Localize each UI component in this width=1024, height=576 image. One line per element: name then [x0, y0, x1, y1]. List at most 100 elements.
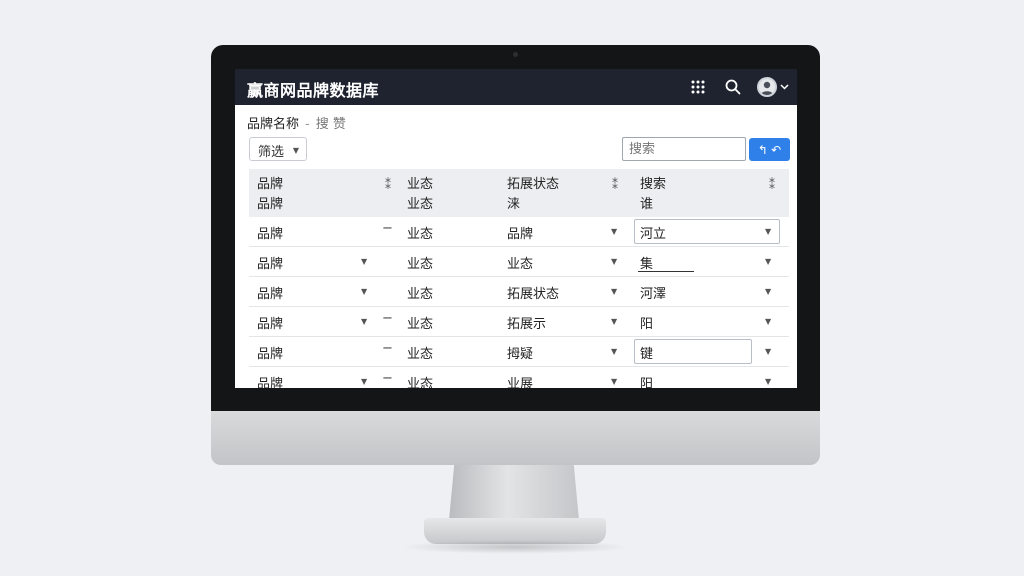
table-row[interactable]: 品牌 − 业态 品牌 ▼ 河立 ▼	[249, 217, 789, 247]
cell-text: 业态	[507, 257, 534, 272]
cell-text: 品牌	[257, 317, 284, 332]
brand-cell[interactable]: 品牌 ▼ −	[249, 307, 399, 337]
caret-down-icon: ▼	[611, 347, 618, 356]
sort-icon[interactable]: ⁑	[385, 175, 391, 195]
brand-cell[interactable]: 品牌 ▼	[249, 247, 399, 277]
breadcrumb-sub[interactable]: 搜 赞	[316, 117, 346, 132]
cell-text: 集	[640, 257, 654, 272]
table-row[interactable]: 品牌 ▼ − 业态 拓展示 ▼ 阳 ▼	[249, 307, 789, 337]
table-header: 品牌 品牌 ⁑ 业态 业态 拓展状态 涞 ⁑ 搜索 谁 ⁑	[249, 169, 789, 217]
status-select[interactable]: 拓展示 ▼	[499, 307, 632, 337]
search-cell-select[interactable]: 阳 ▼	[632, 367, 789, 388]
cell-text: 河澤	[640, 287, 667, 302]
brand-table: 品牌 品牌 ⁑ 业态 业态 拓展状态 涞 ⁑ 搜索 谁 ⁑ 品牌 − 业态 品牌…	[249, 169, 789, 388]
search-cell-select[interactable]: 集 ▼	[632, 247, 789, 277]
caret-down-icon: ▼	[361, 257, 368, 266]
caret-down-icon: ▼	[765, 347, 772, 356]
category-cell: 业态	[399, 217, 499, 247]
header-label: 搜索	[640, 177, 667, 192]
category-cell: 业态	[399, 337, 499, 367]
cell-text: 拓展状态	[507, 287, 560, 302]
stand-shadow	[400, 540, 630, 554]
search-input[interactable]	[622, 137, 746, 161]
search-cell-select[interactable]: 河澤 ▼	[632, 277, 789, 307]
search-cell-select[interactable]: 键 ▼	[632, 337, 789, 367]
dash-icon: −	[382, 311, 393, 326]
header-sublabel: 业态	[407, 197, 434, 212]
caret-down-icon: ▼	[611, 257, 618, 266]
header-sublabel: 涞	[507, 197, 521, 212]
status-select[interactable]: 业态 ▼	[499, 247, 632, 277]
caret-down-icon: ▼	[292, 146, 299, 155]
table-row[interactable]: 品牌 − 业态 拇疑 ▼ 键 ▼	[249, 337, 789, 367]
caret-down-icon: ▼	[765, 287, 772, 296]
category-cell: 业态	[399, 367, 499, 388]
cell-text: 业态	[407, 257, 434, 272]
brand-cell: 品牌 −	[249, 337, 399, 367]
cell-text: 业态	[407, 347, 434, 362]
column-header-expansion-status[interactable]: 拓展状态 涞 ⁑	[499, 169, 635, 217]
search-icon[interactable]	[724, 78, 742, 96]
caret-down-icon: ▼	[611, 317, 618, 326]
cell-text: 业态	[407, 377, 434, 388]
brand-cell[interactable]: 品牌 ▼	[249, 277, 399, 307]
monitor-chin	[211, 411, 820, 465]
cell-text: 品牌	[257, 287, 284, 302]
header-sublabel: 谁	[640, 197, 654, 212]
apps-grid-icon[interactable]	[689, 78, 707, 96]
brand-cell[interactable]: 品牌 ▼ −	[249, 367, 399, 388]
cell-text: 拇疑	[507, 347, 534, 362]
header-sublabel: 品牌	[257, 197, 284, 212]
cell-text: 品牌	[257, 377, 284, 388]
column-header-category[interactable]: 业态 业态	[399, 169, 499, 217]
caret-down-icon: ▼	[361, 377, 368, 386]
caret-down-icon: ▼	[765, 377, 772, 386]
table-row[interactable]: 品牌 ▼ 业态 拓展状态 ▼ 河澤 ▼	[249, 277, 789, 307]
caret-down-icon: ▼	[765, 257, 772, 266]
sort-icon[interactable]: ⁑	[612, 175, 618, 195]
brand-cell: 品牌 −	[249, 217, 399, 247]
breadcrumb-current: 品牌名称	[247, 117, 300, 132]
table-row[interactable]: 品牌 ▼ − 业态 业展 ▼ 阳 ▼	[249, 367, 789, 388]
dash-icon: −	[382, 221, 393, 236]
column-header-search[interactable]: 搜索 谁 ⁑	[632, 169, 789, 217]
status-select[interactable]: 品牌 ▼	[499, 217, 632, 247]
dash-icon: −	[382, 341, 393, 356]
filter-label: 筛选	[258, 145, 285, 160]
status-select[interactable]: 拇疑 ▼	[499, 337, 632, 367]
caret-down-icon: ▼	[765, 227, 772, 236]
app-header: 赢商网品牌数据库	[235, 69, 797, 105]
chevron-down-icon[interactable]	[780, 82, 789, 91]
cell-text: 键	[640, 347, 654, 362]
webcam-dot	[513, 52, 518, 57]
cell-text: 业态	[407, 287, 434, 302]
caret-down-icon: ▼	[361, 287, 368, 296]
category-cell: 业态	[399, 307, 499, 337]
caret-down-icon: ▼	[611, 227, 618, 236]
breadcrumb: 品牌名称 - 搜 赞	[247, 113, 346, 132]
search-cell-select[interactable]: 阳 ▼	[632, 307, 789, 337]
cell-text: 拓展示	[507, 317, 547, 332]
underline	[638, 271, 694, 272]
sort-icon[interactable]: ⁑	[769, 175, 775, 195]
header-label: 业态	[407, 177, 434, 192]
search-button[interactable]: ↰ ↶	[749, 138, 790, 161]
category-cell: 业态	[399, 277, 499, 307]
cell-text: 品牌	[257, 227, 284, 242]
caret-down-icon: ▼	[611, 377, 618, 386]
breadcrumb-separator: -	[305, 117, 310, 132]
cell-text: 阳	[640, 377, 654, 388]
cell-text: 业展	[507, 377, 534, 388]
column-header-brand[interactable]: 品牌 品牌 ⁑	[249, 169, 399, 217]
search-cell-select[interactable]: 河立 ▼	[632, 217, 789, 247]
filter-dropdown[interactable]: 筛选 ▼	[249, 137, 307, 161]
cell-text: 业态	[407, 227, 434, 242]
user-avatar-icon[interactable]	[757, 77, 777, 97]
cell-text: 河立	[640, 227, 667, 242]
cell-text: 品牌	[507, 227, 534, 242]
app-title: 赢商网品牌数据库	[247, 81, 380, 100]
table-row[interactable]: 品牌 ▼ 业态 业态 ▼ 集 ▼	[249, 247, 789, 277]
status-select[interactable]: 业展 ▼	[499, 367, 632, 388]
dash-icon: −	[382, 371, 393, 386]
status-select[interactable]: 拓展状态 ▼	[499, 277, 632, 307]
